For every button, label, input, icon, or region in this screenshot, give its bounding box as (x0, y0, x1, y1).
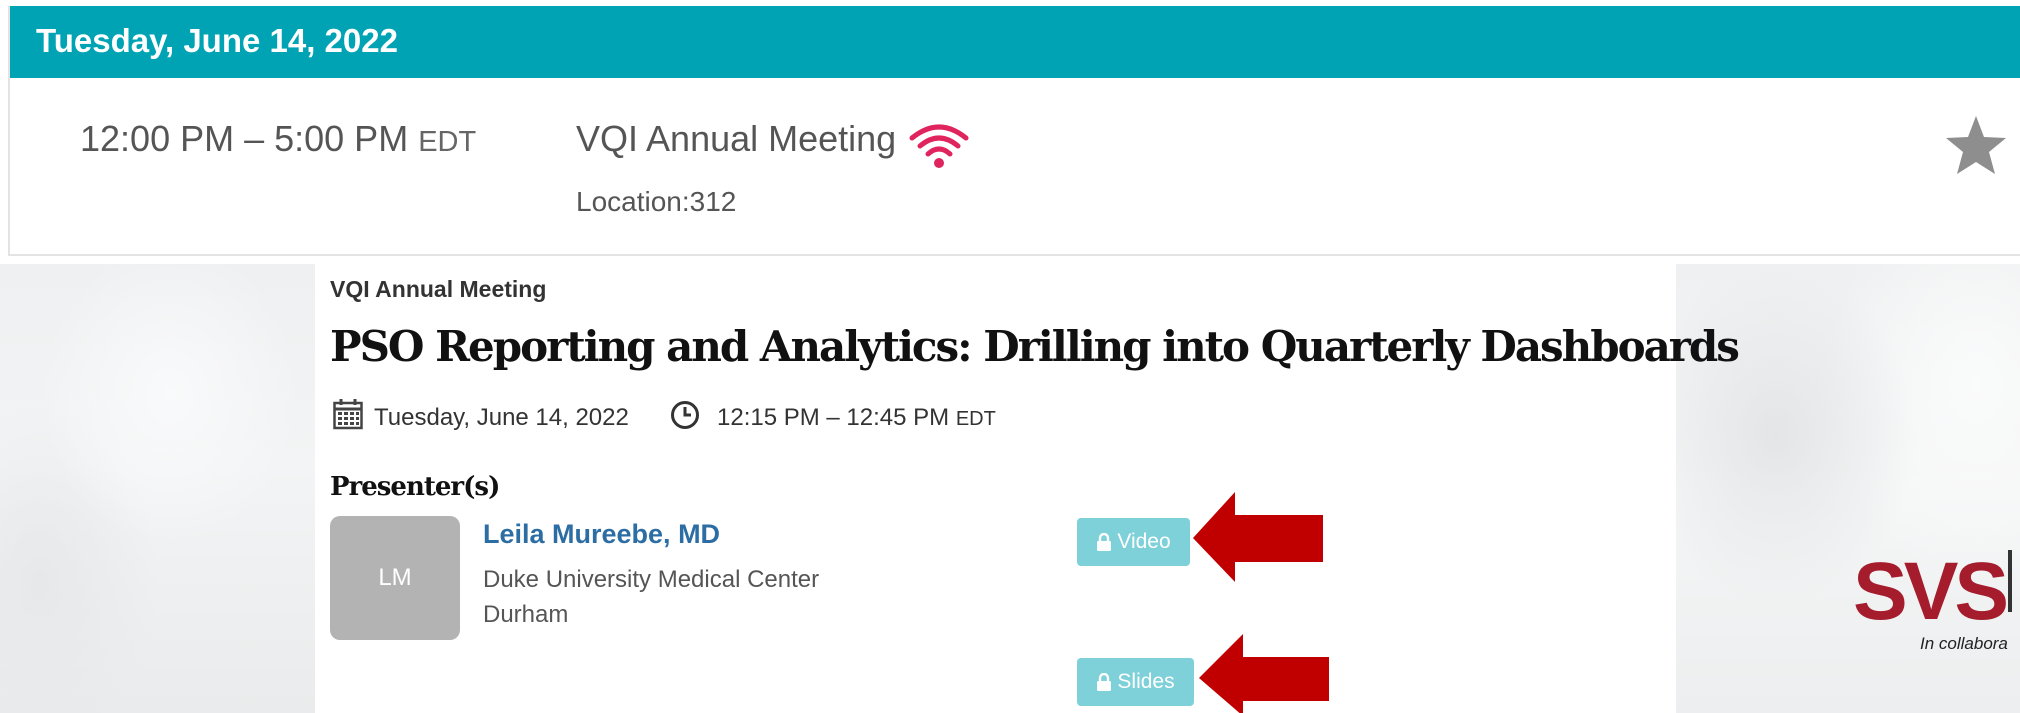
arrow-left-icon (1193, 492, 1323, 582)
event-name: VQI Annual Meeting (330, 276, 547, 302)
session-title-link[interactable]: VQI Annual Meeting (576, 118, 896, 160)
clock-icon (671, 401, 699, 429)
slides-button[interactable]: Slides (1077, 658, 1194, 706)
session-heading: PSO Reporting and Analytics: Drilling in… (330, 322, 1740, 371)
session-location: Location:312 (576, 186, 737, 217)
lock-icon (1097, 533, 1112, 551)
session-time-range: 12:00 PM – 5:00 PM (80, 118, 409, 159)
session-time-detail-range: 12:15 PM – 12:45 PM (717, 404, 950, 431)
session-date: Tuesday, June 14, 2022 (374, 404, 629, 431)
logo-divider (2008, 550, 2012, 612)
presenters-heading: Presenter(s) (330, 472, 500, 502)
slides-button-label: Slides (1117, 670, 1175, 693)
star-icon[interactable] (1944, 114, 2008, 178)
session-time: 12:00 PM – 5:00 PM EDT (80, 118, 476, 160)
presenter-city: Durham (483, 601, 569, 628)
video-button-label: Video (1117, 530, 1171, 553)
arrow-left-icon (1199, 634, 1329, 713)
session-timezone: EDT (418, 126, 477, 158)
avatar: LM (330, 516, 460, 640)
session-detail-panel: VQI Annual Meeting PSO Reporting and Ana… (315, 264, 1740, 713)
session-time-detail: 12:15 PM – 12:45 PM EDT (717, 404, 996, 432)
day-header: Tuesday, June 14, 2022 (10, 6, 2020, 78)
svs-logo: SVS (1853, 546, 2009, 637)
session-time-detail-timezone: EDT (955, 408, 996, 430)
schedule-day-card: Tuesday, June 14, 2022 12:00 PM – 5:00 P… (8, 6, 2020, 256)
wifi-icon (909, 124, 969, 168)
presenter-organization: Duke University Medical Center (483, 566, 820, 593)
video-button[interactable]: Video (1077, 518, 1190, 566)
presenter-name-link[interactable]: Leila Mureebe, MD (483, 519, 720, 550)
blurred-background-left (0, 264, 315, 713)
calendar-icon (333, 399, 363, 430)
logo-tagline: In collabora (1920, 634, 2008, 653)
lock-icon (1097, 673, 1112, 691)
